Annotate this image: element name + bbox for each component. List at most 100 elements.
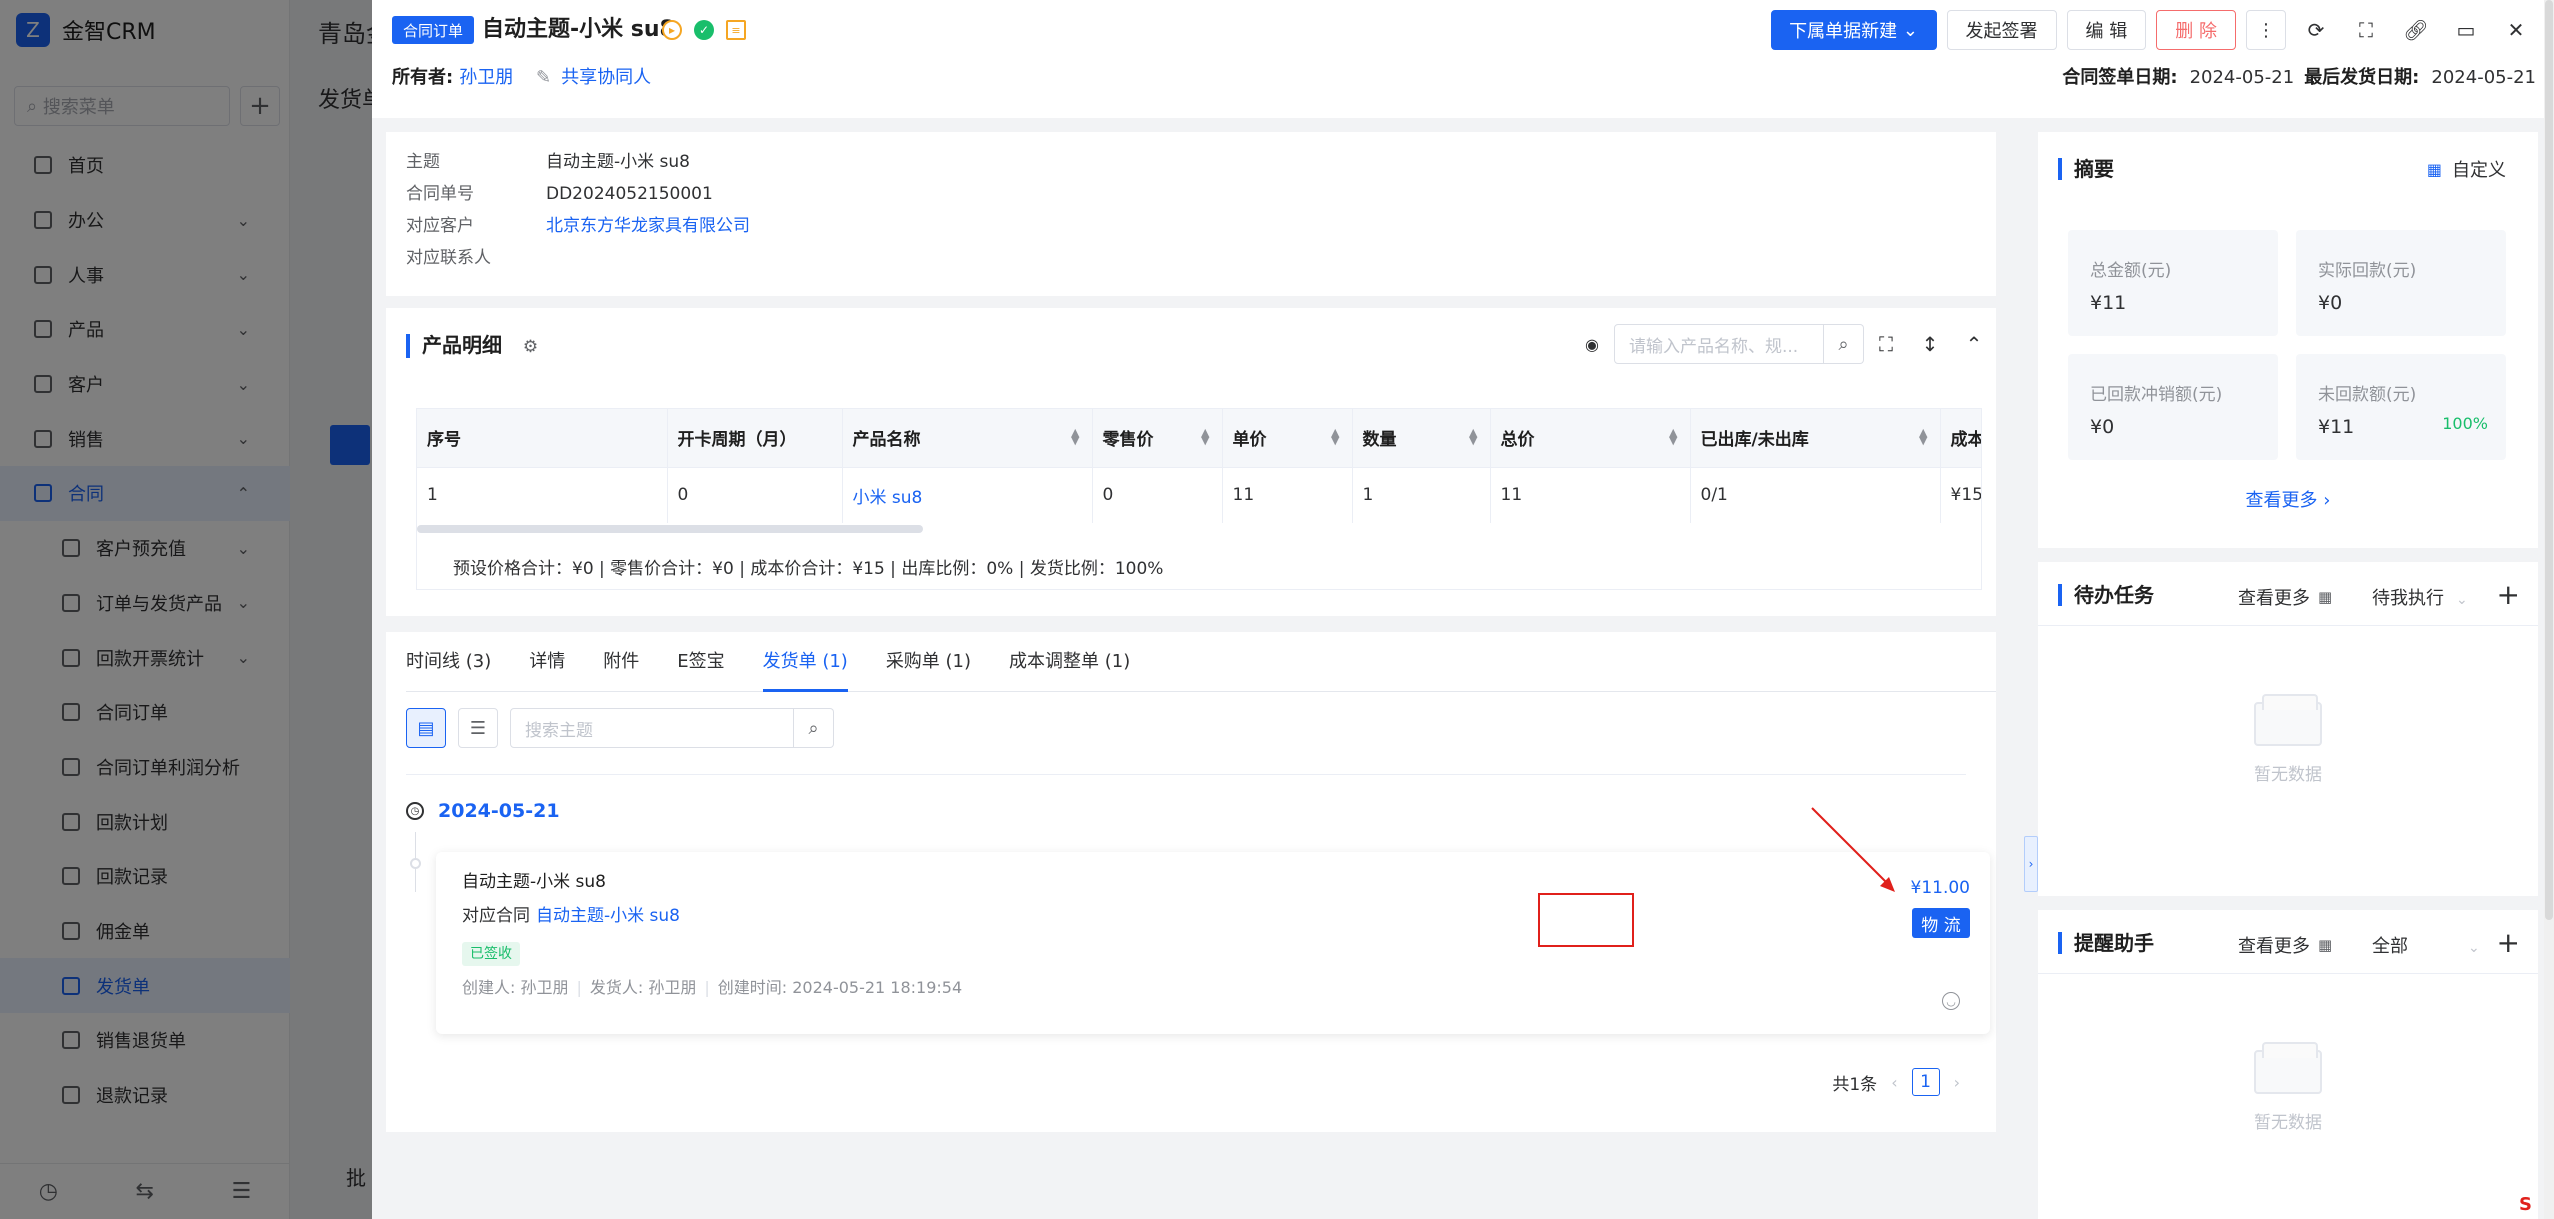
edit-doc-icon: ≡ (726, 20, 746, 40)
shipment-card[interactable]: 自动主题-小米 su8 对应合同 自动主题-小米 su8 已签收 创建人: 孙卫朋… (436, 852, 1990, 1034)
reminder-header: 提醒助手 查看更多 ▦ 全部 ⌄ + (2038, 910, 2538, 974)
start-signing-button[interactable]: 发起签署 (1946, 10, 2057, 50)
percent-label: 100% (2442, 414, 2488, 433)
reminder-view-more[interactable]: 查看更多 ▦ (2238, 932, 2332, 958)
column-header[interactable]: 产品名称 ▲ ▼ (842, 409, 1093, 468)
calendar-icon: ▦ (2318, 936, 2333, 954)
timeline-dot (410, 858, 421, 869)
sort-icon[interactable]: ▲ ▼ (1201, 427, 1209, 446)
info-subject: 主题 自动主题-小米 su8 (406, 152, 690, 172)
tab-cost-adjustments[interactable]: 成本调整单 (1) (1009, 632, 1130, 691)
tab-timeline[interactable]: 时间线 (3) (406, 632, 491, 691)
column-header[interactable]: 已出库/未出库 ▲ ▼ (1690, 409, 1941, 468)
next-page-icon[interactable]: › (1954, 1073, 1960, 1092)
add-icon[interactable]: + (2497, 578, 2520, 611)
table-cell: 0 (667, 467, 843, 523)
sort-icon[interactable]: ▲ ▼ (1071, 427, 1079, 446)
product-search-input[interactable]: 请输入产品名称、规... (1614, 324, 1824, 364)
total-count: 共1条 (1832, 1074, 1878, 1095)
view-more-link[interactable]: 查看更多 › (2038, 486, 2538, 512)
contract-link[interactable]: 自动主题-小米 su8 (536, 906, 680, 926)
laptop-icon[interactable]: ▭ (2446, 10, 2486, 50)
product-detail-card: 产品明细 ⚙ ◉ 请输入产品名称、规... ⌕ ⛶ ↕ ⌃ 序号 开卡周期（月）… (386, 308, 1996, 616)
edit-button[interactable]: 编 辑 (2066, 10, 2147, 50)
todo-card: 待办任务 查看更多 ▦ 待我执行 ⌄ + 暂无数据 (2038, 562, 2538, 896)
shipment-title[interactable]: 自动主题-小米 su8 (462, 870, 606, 894)
empty-state: 暂无数据 (2038, 1042, 2538, 1133)
column-header[interactable]: 总价 ▲ ▼ (1490, 409, 1691, 468)
visibility-icon[interactable]: ◉ (1570, 324, 1614, 364)
tab-purchase-orders[interactable]: 采购单 (1) (886, 632, 971, 691)
timeline-date: ◷ 2024-05-21 (406, 800, 560, 822)
sort-icon[interactable]: ▲ ▼ (1919, 427, 1927, 446)
chevron-right-icon: › (2323, 490, 2331, 511)
reminder-filter-select[interactable]: 全部 ⌄ (2372, 932, 2480, 958)
customize-button[interactable]: ▦ 自定义 (2427, 156, 2506, 182)
fullscreen-icon[interactable]: ⛶ (1864, 324, 1908, 364)
record-type-tag: 合同订单 (392, 16, 474, 44)
table-cell: ¥15 (1940, 467, 1981, 523)
last-ship-date: 2024-05-21 (2431, 67, 2536, 88)
divider (406, 774, 1966, 775)
more-vertical-icon[interactable]: ⋮ (2246, 10, 2286, 50)
scrollbar-thumb[interactable] (2545, 0, 2553, 920)
customer-link[interactable]: 北京东方华龙家具有限公司 (546, 214, 750, 238)
add-icon[interactable]: + (2497, 926, 2520, 959)
shipment-meta: 创建人: 孙卫朋 | 发货人: 孙卫朋 | 创建时间: 2024-05-21 18:19… (462, 978, 963, 997)
search-icon[interactable]: ⌕ (794, 708, 834, 748)
table-cell: 1 (1352, 467, 1491, 523)
tab-details[interactable]: 详情 (529, 632, 565, 691)
card-view-icon[interactable]: ▤ (406, 708, 446, 748)
refresh-icon[interactable]: ⟳ (2296, 10, 2336, 50)
sort-icon[interactable]: ▲ ▼ (1669, 427, 1677, 446)
pencil-icon: ✎ (536, 67, 552, 88)
settings-icon[interactable]: ⚙ (523, 337, 538, 357)
close-icon[interactable]: ✕ (2496, 10, 2536, 50)
sort-icon[interactable]: ▲ ▼ (1331, 427, 1339, 446)
reminder-card: 提醒助手 查看更多 ▦ 全部 ⌄ + 暂无数据 (2038, 910, 2538, 1219)
product-name-link[interactable]: 小米 su8 (842, 467, 1093, 523)
horizontal-scrollbar[interactable] (417, 525, 923, 533)
column-height-icon[interactable]: ↕ (1908, 324, 1952, 364)
grid-icon: ▦ (2426, 159, 2442, 179)
shipment-amount: ¥11.00 (1910, 878, 1970, 898)
shipment-contract: 对应合同 自动主题-小米 su8 (462, 906, 680, 926)
fullscreen-icon[interactable]: ⛶ (2346, 10, 2386, 50)
column-header[interactable]: 单价 ▲ ▼ (1222, 409, 1353, 468)
create-sub-document-button[interactable]: 下属单据新建 ⌄ (1770, 10, 1937, 50)
collapse-side-panel-handle[interactable]: › (2024, 836, 2038, 892)
search-icon[interactable]: ⌕ (1824, 324, 1864, 364)
todo-filter-select[interactable]: 待我执行 ⌄ (2372, 584, 2468, 610)
calendar-icon: ▦ (2318, 588, 2333, 606)
product-section-title: 产品明细 ⚙ (406, 334, 538, 358)
vertical-scrollbar[interactable] (2544, 0, 2554, 1219)
owner-name[interactable]: 孙卫朋 (459, 67, 513, 88)
column-header[interactable]: 零售价 ▲ ▼ (1092, 409, 1223, 468)
list-view-icon[interactable]: ☰ (458, 708, 498, 748)
column-header[interactable]: 序号 (417, 409, 668, 468)
summary-tile: 总金额(元) ¥11 (2068, 230, 2278, 336)
sort-icon[interactable]: ▲ ▼ (1469, 427, 1477, 446)
record-tabs: 时间线 (3) 详情 附件 E签宝 发货单 (1) 采购单 (1) 成本调整单 … (406, 632, 1996, 692)
share-collaborators-link[interactable]: ✎ 共享协同人 (536, 64, 651, 92)
basic-info-card: 主题 自动主题-小米 su8 合同单号 DD2024052150001 对应客户 北京… (386, 132, 1996, 296)
delete-button[interactable]: 删 除 (2156, 10, 2236, 50)
todo-view-more[interactable]: 查看更多 ▦ (2238, 584, 2332, 610)
prev-page-icon[interactable]: ‹ (1891, 1073, 1897, 1092)
comment-icon[interactable]: ◡ (1942, 992, 1960, 1010)
column-header[interactable]: 开卡周期（月） (667, 409, 843, 468)
info-contract-number: 合同单号 DD2024052150001 (406, 184, 713, 204)
page-number[interactable]: 1 (1911, 1068, 1940, 1096)
empty-box-icon (2254, 1042, 2322, 1094)
summary-tile: 未回款额(元) ¥11 100% (2296, 354, 2506, 460)
column-header[interactable]: 数量 ▲ ▼ (1352, 409, 1491, 468)
status-badge: 已签收 (462, 942, 520, 966)
collapse-up-icon[interactable]: ⌃ (1952, 324, 1996, 364)
link-icon[interactable]: 🔗︎ (2396, 10, 2436, 50)
tab-shipments[interactable]: 发货单 (1) (762, 632, 849, 692)
logistics-button[interactable]: 物 流 (1912, 908, 1970, 938)
shipment-search-input[interactable]: 搜索主题 (510, 708, 794, 748)
tab-esign[interactable]: E签宝 (677, 632, 724, 691)
column-header[interactable]: 成本 (1940, 409, 1981, 468)
tab-attachments[interactable]: 附件 (603, 632, 639, 691)
